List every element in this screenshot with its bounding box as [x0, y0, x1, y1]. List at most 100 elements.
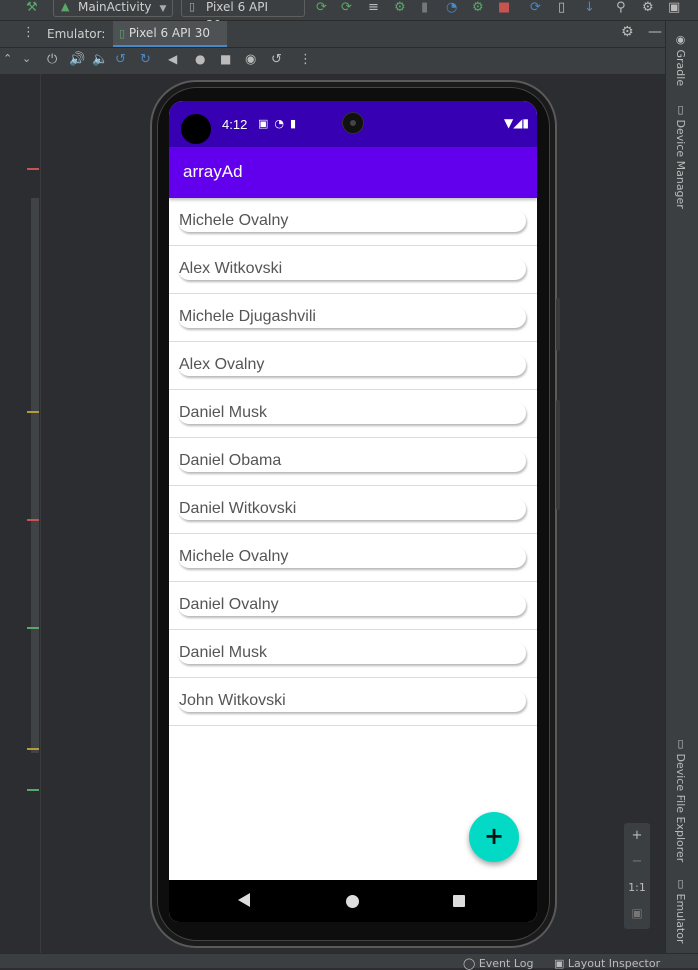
list-item[interactable]: Michele Ovalny — [169, 534, 537, 582]
android-icon: ▲ — [61, 0, 70, 13]
more-icon[interactable]: ⋮ — [299, 52, 312, 67]
layout-inspector-icon: ▣ — [554, 957, 568, 970]
list-item[interactable]: Daniel Musk — [169, 630, 537, 678]
run-config-dropdown[interactable]: ▲ MainActivity ▼ — [53, 0, 173, 17]
chevron-down-icon[interactable]: ⌄ — [22, 52, 31, 65]
stop-icon[interactable]: ■ — [498, 0, 510, 16]
event-log-button[interactable]: ◯ Event Log — [463, 957, 533, 970]
list-item[interactable]: Michele Ovalny — [169, 198, 537, 246]
screenshot-icon[interactable]: ◉ — [245, 52, 256, 67]
build-icon[interactable]: ⚒ — [26, 0, 38, 15]
name-text: Michele Ovalny — [179, 212, 289, 229]
tab-device-file-explorer[interactable]: ▯ Device File Explorer — [674, 737, 687, 862]
name-text: Daniel Obama — [179, 452, 282, 469]
apply-changes-icon[interactable]: ⟳ — [341, 0, 352, 16]
zoom-out-button[interactable]: − — [624, 854, 650, 869]
main-toolbar: ⚒ ▲ MainActivity▼ ▯ Pixel 6 API 30▼ ⟳ ⟳ … — [0, 0, 698, 32]
marker — [27, 519, 39, 521]
event-log-icon: ◯ — [463, 957, 479, 970]
sync-gradle-icon[interactable]: ⟳ — [530, 0, 541, 16]
power-side-button — [556, 298, 560, 351]
device-icon: ▯ — [674, 737, 687, 754]
power-icon[interactable]: ⏻ — [47, 52, 57, 67]
marker — [27, 411, 39, 413]
settings-icon[interactable]: ⚙ — [642, 0, 654, 16]
tab-emulator[interactable]: ▯ Emulator — [674, 877, 687, 944]
layout-inspector-button[interactable]: ▣ Layout Inspector — [554, 957, 660, 970]
home-icon[interactable]: ● — [195, 52, 205, 66]
list-item[interactable]: Alex Ovalny — [169, 342, 537, 390]
list-item[interactable]: Daniel Ovalny — [169, 582, 537, 630]
apply-code-changes-icon[interactable]: ≡ — [368, 0, 379, 16]
profile-icon[interactable]: ◔ — [446, 0, 457, 16]
rotate-right-icon[interactable]: ↻ — [140, 52, 151, 67]
device-screen: 4:12 ▣◔▮ ▼◢▮ arrayAd Michele Ovalny Alex … — [169, 101, 537, 922]
device-dropdown[interactable]: ▯ Pixel 6 API 30▼ — [181, 0, 305, 32]
rerun-icon[interactable]: ⟳ — [316, 0, 327, 16]
search-icon[interactable]: ⚲ — [616, 0, 626, 16]
gear-icon[interactable]: ⚙ — [621, 24, 634, 40]
volume-down-icon[interactable]: 🔈 — [92, 52, 108, 67]
elephant-icon: ◉ — [674, 33, 687, 50]
list-item[interactable]: Daniel Witkovski — [169, 486, 537, 534]
name-text: Daniel Ovalny — [179, 596, 279, 613]
nav-home-icon[interactable] — [346, 895, 359, 908]
name-list: Michele Ovalny Alex Witkovski Michele Djug… — [169, 198, 537, 726]
camera-cutout-icon — [342, 112, 364, 134]
emulator-tab-bar: ⋮ Emulator: ▯ Pixel 6 API 30 × ⚙ — — [0, 21, 665, 65]
tab-device-file-explorer-label: Device File Explorer — [674, 753, 687, 863]
name-text: Daniel Musk — [179, 644, 268, 661]
android-nav-bar — [169, 880, 537, 922]
volume-side-button — [556, 400, 560, 510]
hide-icon[interactable]: — — [648, 24, 662, 40]
android-debug-icon[interactable]: ⚙ — [472, 0, 484, 16]
more-icon[interactable]: ⋮ — [22, 25, 35, 40]
tab-pixel-6-api-30[interactable]: ▯ Pixel 6 API 30 × — [113, 21, 227, 65]
fit-screen-icon[interactable]: ▣ — [624, 906, 650, 920]
notification-icons: ▣◔▮ — [258, 117, 303, 130]
tab-emulator-label: Emulator — [674, 893, 687, 944]
nav-recents-icon[interactable] — [453, 895, 465, 907]
chevron-up-icon[interactable]: ⌃ — [3, 52, 12, 65]
sdk-manager-icon[interactable]: ↓ — [584, 0, 595, 16]
status-time: 4:12 — [222, 117, 248, 132]
debug-icon[interactable]: ⚙ — [394, 0, 406, 16]
device-icon: ▯ — [674, 103, 687, 120]
list-item[interactable]: Alex Witkovski — [169, 246, 537, 294]
scroll-track[interactable] — [31, 198, 39, 753]
name-text: John Witkovski — [179, 692, 286, 709]
nav-back-icon[interactable] — [238, 893, 250, 907]
volume-up-icon[interactable]: 🔊 — [69, 52, 85, 67]
marker — [27, 748, 39, 750]
marker — [27, 789, 39, 791]
marker — [27, 168, 39, 170]
zoom-controls: + − 1:1 ▣ — [624, 823, 650, 929]
run-config-label: MainActivity — [78, 0, 152, 14]
zoom-in-button[interactable]: + — [624, 828, 650, 843]
list-item[interactable]: Daniel Musk — [169, 390, 537, 438]
actual-size-button[interactable]: 1:1 — [624, 881, 650, 894]
account-icon[interactable]: ▣ — [668, 0, 680, 16]
tab-gradle[interactable]: ◉ Gradle — [674, 33, 687, 86]
list-item[interactable]: Michele Djugashvili — [169, 294, 537, 342]
back-icon[interactable]: ◀ — [168, 52, 177, 66]
list-item[interactable]: John Witkovski — [169, 678, 537, 726]
layout-inspector-label: Layout Inspector — [567, 957, 661, 970]
snapshot-icon[interactable]: ↺ — [271, 52, 282, 67]
add-fab-button[interactable]: + — [469, 812, 519, 862]
event-log-label: Event Log — [478, 957, 534, 970]
phone-icon: ▯ — [189, 0, 196, 13]
app-title: arrayAd — [183, 162, 243, 181]
chevron-down-icon: ▼ — [159, 4, 167, 14]
overview-icon[interactable]: ■ — [220, 52, 231, 66]
rotate-left-icon[interactable]: ↺ — [115, 52, 126, 67]
emulator-controls: ⌃ ⌄ ⏻ 🔊 🔈 ↺ ↻ ◀ ● ■ ◉ ↺ ⋮ — [0, 48, 665, 75]
attach-debugger-icon[interactable]: ▮ — [421, 0, 428, 16]
phone-icon: ▯ — [119, 27, 126, 40]
list-item[interactable]: Daniel Obama — [169, 438, 537, 486]
avd-manager-icon[interactable]: ▯ — [558, 0, 565, 16]
name-text: Alex Ovalny — [179, 356, 265, 373]
tab-device-manager[interactable]: ▯ Device Manager — [674, 103, 687, 209]
app-bar: arrayAd — [169, 147, 537, 198]
status-bar-ide: ◯ Event Log ▣ Layout Inspector — [0, 953, 698, 970]
